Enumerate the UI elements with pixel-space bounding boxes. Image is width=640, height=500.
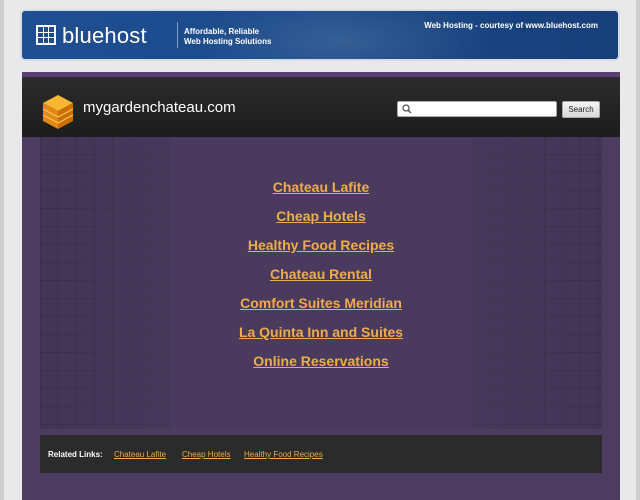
link-cheap-hotels[interactable]: Cheap Hotels <box>40 202 602 231</box>
link-healthy-food-recipes[interactable]: Healthy Food Recipes <box>40 231 602 260</box>
bluehost-banner[interactable]: bluehost Affordable, Reliable Web Hostin… <box>22 11 618 59</box>
link-chateau-lafite[interactable]: Chateau Lafite <box>40 173 602 202</box>
link-chateau-rental[interactable]: Chateau Rental <box>40 260 602 289</box>
frame-left <box>0 0 4 500</box>
tagline-line-1: Affordable, Reliable <box>184 27 260 36</box>
search-icon <box>402 104 412 114</box>
banner-courtesy[interactable]: Web Hosting - courtesy of www.bluehost.c… <box>424 21 598 30</box>
link-online-reservations[interactable]: Online Reservations <box>40 347 602 376</box>
parked-site: mygardenchateau.com Search Chateau Lafit… <box>22 72 620 500</box>
search-button[interactable]: Search <box>562 101 600 118</box>
link-la-quinta-inn-and-suites[interactable]: La Quinta Inn and Suites <box>40 318 602 347</box>
search-input[interactable] <box>414 102 554 116</box>
related-link-cheap-hotels[interactable]: Cheap Hotels <box>182 450 230 459</box>
cube-logo-icon <box>42 95 74 129</box>
related-link-healthy-food-recipes[interactable]: Healthy Food Recipes <box>244 450 323 459</box>
banner-tagline: Affordable, Reliable Web Hosting Solutio… <box>184 27 271 47</box>
search-field[interactable] <box>397 101 557 117</box>
brand-divider <box>177 22 178 48</box>
site-header: mygardenchateau.com Search <box>22 77 620 137</box>
bluehost-brand: bluehost <box>62 23 147 48</box>
link-list: Chateau Lafite Cheap Hotels Healthy Food… <box>40 173 602 376</box>
links-panel: Chateau Lafite Cheap Hotels Healthy Food… <box>40 137 602 429</box>
related-links-bar: Related Links: Chateau Lafite Cheap Hote… <box>40 435 602 473</box>
bluehost-logo-icon <box>36 25 56 45</box>
frame-right <box>636 0 640 500</box>
site-domain: mygardenchateau.com <box>83 99 236 116</box>
related-links-label: Related Links: <box>48 450 103 459</box>
link-comfort-suites-meridian[interactable]: Comfort Suites Meridian <box>40 289 602 318</box>
related-link-chateau-lafite[interactable]: Chateau Lafite <box>114 450 166 459</box>
tagline-line-2: Web Hosting Solutions <box>184 37 272 46</box>
